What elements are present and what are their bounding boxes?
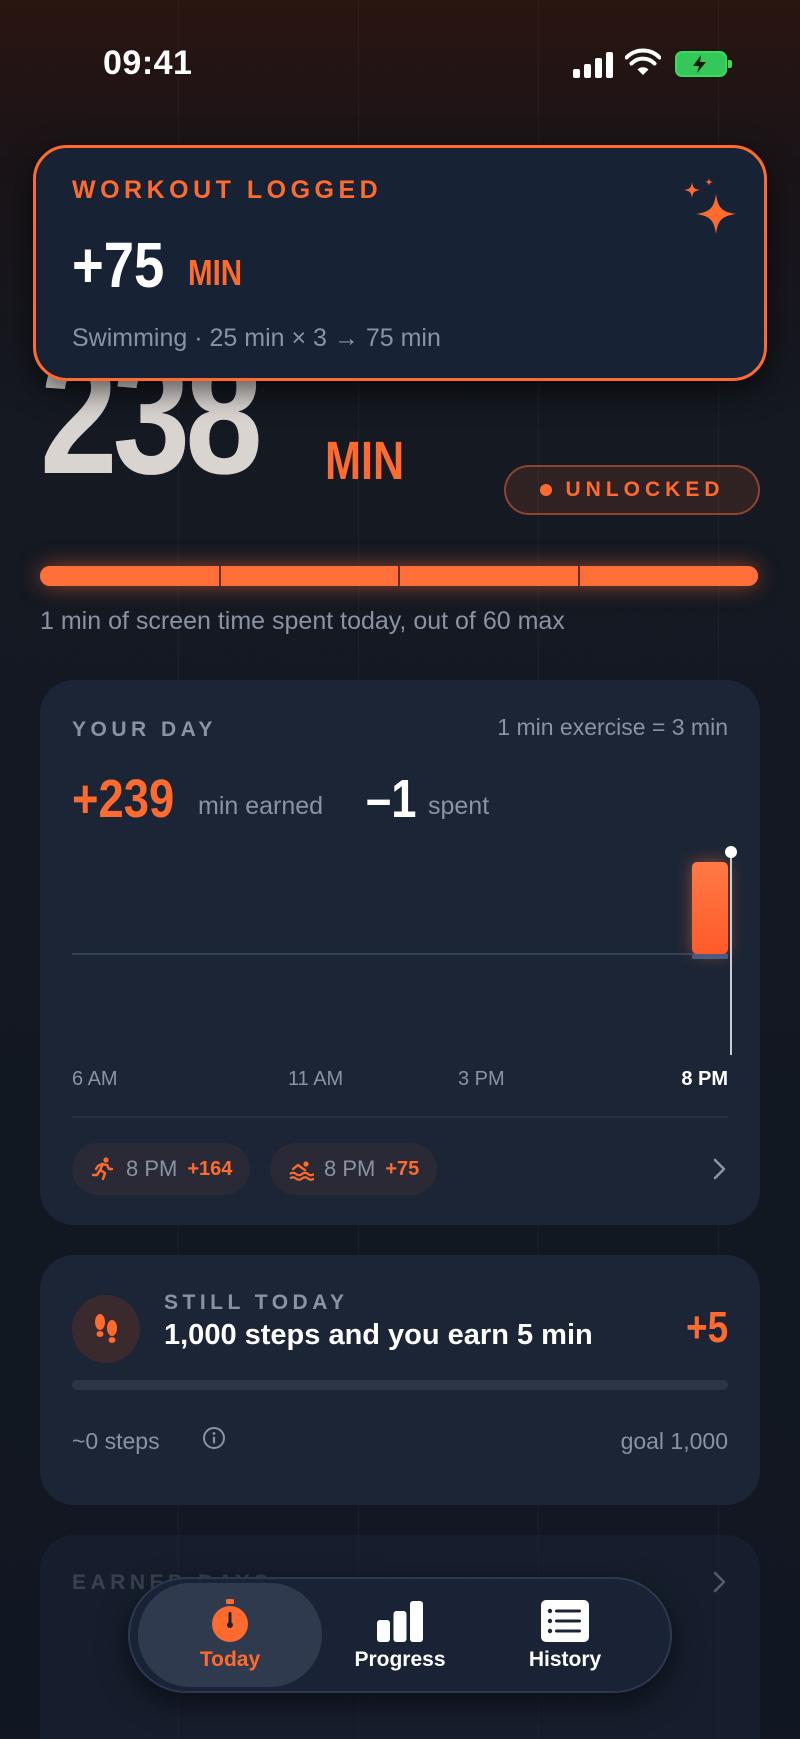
- sparkle-icon: [684, 178, 736, 234]
- status-time: 09:41: [103, 44, 193, 82]
- activity-chip-running[interactable]: 8 PM +164: [72, 1143, 251, 1195]
- footsteps-icon: [95, 1314, 117, 1343]
- balance-unit: MIN: [325, 431, 405, 491]
- screen-time-progress-bar: [40, 566, 758, 586]
- chevron-right-icon[interactable]: [706, 1569, 732, 1595]
- now-indicator-dot: [725, 846, 737, 858]
- your-day-card: YOUR DAY 1 min exercise = 3 min +239 min…: [40, 680, 760, 1225]
- activity-chip-swimming[interactable]: 8 PM +75: [270, 1143, 438, 1195]
- tab-bar: Today Progress History: [128, 1577, 672, 1693]
- toast-unit: MIN: [188, 252, 243, 293]
- activity-value: +75: [385, 1157, 420, 1180]
- progress-segment-divider: [398, 566, 400, 586]
- tab-progress[interactable]: Progress: [330, 1583, 470, 1687]
- unlocked-status-badge: UNLOCKED: [504, 465, 760, 515]
- earned-bar-8pm: [692, 862, 728, 954]
- status-dot: [539, 484, 552, 496]
- tab-label: History: [528, 1648, 602, 1671]
- toast-label: WORKOUT LOGGED: [72, 176, 383, 204]
- bar-chart-icon: [377, 1601, 423, 1642]
- toast-detail: Swimming · 25 min × 3 → 75 min: [72, 324, 441, 352]
- tab-today[interactable]: Today: [138, 1583, 322, 1687]
- steps-title: STILL TODAY: [164, 1291, 349, 1314]
- chart-tick-label: 3 PM: [458, 1068, 505, 1090]
- stopwatch-icon: [212, 1599, 248, 1642]
- chart-tick-label-now: 8 PM: [681, 1068, 728, 1090]
- steps-progress-track: [72, 1380, 728, 1390]
- progress-segment-divider: [578, 566, 580, 586]
- tab-label: Progress: [354, 1648, 446, 1671]
- activity-time: 8 PM: [324, 1156, 376, 1181]
- activity-value: +164: [187, 1157, 233, 1180]
- progress-segment-divider: [219, 566, 221, 586]
- battery-charging-icon: [675, 51, 732, 77]
- workout-logged-toast[interactable]: WORKOUT LOGGED +75 MIN Swimming · 25 min…: [33, 145, 767, 381]
- swimming-icon: [289, 1161, 314, 1181]
- toast-value: +75: [72, 229, 165, 301]
- steps-goal-card[interactable]: STILL TODAY 1,000 steps and you earn 5 m…: [40, 1255, 760, 1505]
- steps-reward: +5: [685, 1303, 728, 1352]
- status-badge-label: UNLOCKED: [565, 478, 725, 501]
- status-bar: 09:41: [0, 0, 800, 130]
- progress-caption: 1 min of screen time spent today, out of…: [40, 607, 565, 635]
- list-icon: [541, 1600, 589, 1642]
- cellular-signal-icon: [573, 50, 613, 78]
- running-icon: [91, 1157, 114, 1181]
- steps-headline: 1,000 steps and you earn 5 min: [164, 1319, 593, 1351]
- wifi-icon: [625, 48, 661, 75]
- activity-time: 8 PM: [126, 1156, 178, 1181]
- steps-goal: goal 1,000: [620, 1428, 728, 1454]
- info-icon[interactable]: [202, 1426, 226, 1450]
- steps-count: ~0 steps: [72, 1428, 160, 1454]
- card-divider: [72, 1116, 728, 1118]
- chart-tick-label: 11 AM: [288, 1068, 344, 1090]
- chevron-right-icon[interactable]: [706, 1156, 732, 1182]
- chart-tick-label: 6 AM: [72, 1068, 118, 1090]
- footsteps-icon-badge: [72, 1295, 140, 1363]
- spent-bar-8pm: [692, 954, 728, 959]
- tab-label: Today: [199, 1648, 261, 1671]
- tab-history[interactable]: History: [490, 1583, 640, 1687]
